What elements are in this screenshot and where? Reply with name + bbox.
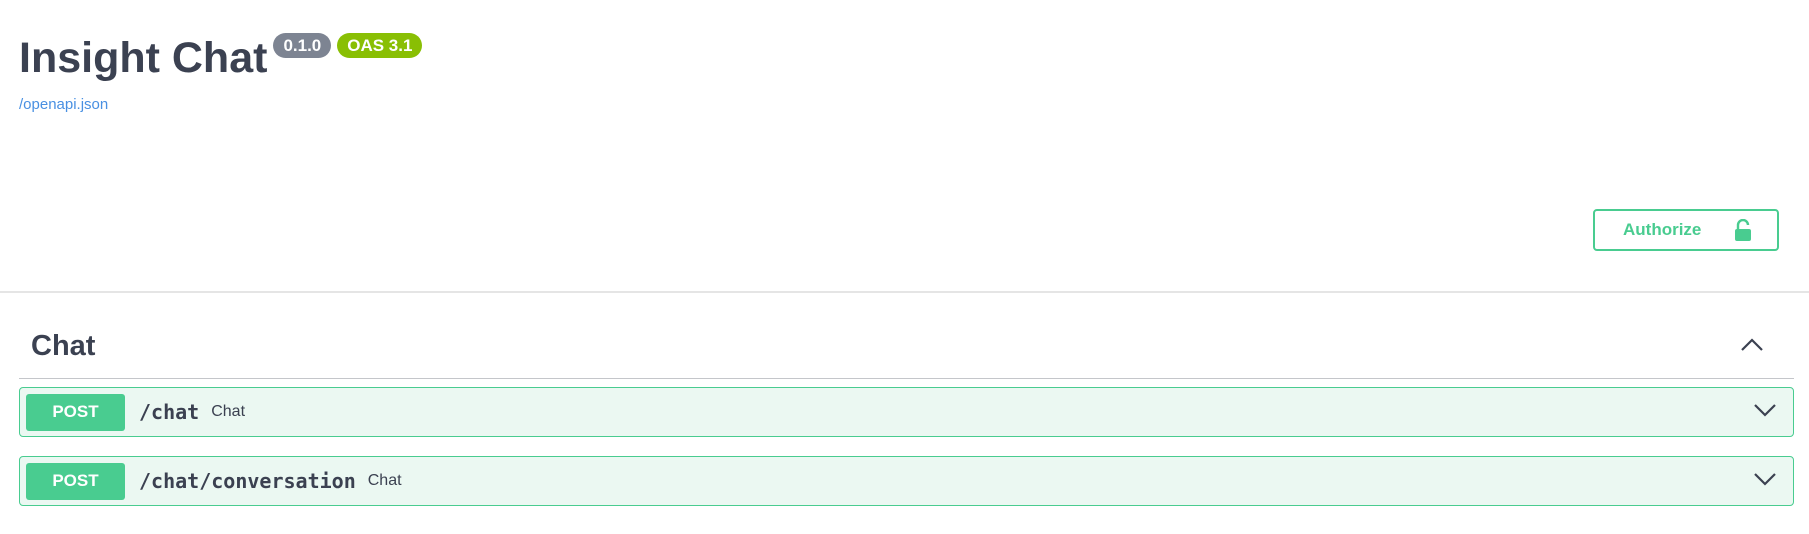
tag-section-chat: Chat POST /chat Chat POST /chat/conversa…	[19, 322, 1794, 506]
openapi-spec-link[interactable]: /openapi.json	[19, 96, 108, 113]
title-row: Insight Chat 0.1.0 OAS 3.1	[19, 30, 428, 86]
header-divider	[0, 291, 1809, 293]
method-badge: POST	[26, 393, 125, 431]
operation-post-chat[interactable]: POST /chat Chat	[19, 387, 1794, 437]
authorize-button[interactable]: Authorize	[1593, 209, 1779, 251]
operation-summary: Chat	[367, 472, 402, 489]
section-title: Chat	[31, 329, 96, 362]
chevron-down-icon[interactable]	[1753, 471, 1777, 487]
operation-post-chat-conversation[interactable]: POST /chat/conversation Chat	[19, 456, 1794, 506]
operation-path: /chat/conversation	[139, 469, 356, 493]
page-title: Insight Chat	[19, 34, 268, 82]
chevron-up-icon[interactable]	[1740, 336, 1764, 352]
section-header[interactable]: Chat	[19, 322, 1794, 379]
api-info: Insight Chat 0.1.0 OAS 3.1 /openapi.json	[19, 30, 428, 114]
operation-summary: Chat	[211, 403, 246, 420]
authorize-label: Authorize	[1623, 220, 1702, 239]
operation-path: /chat	[139, 400, 200, 424]
method-badge: POST	[26, 462, 125, 500]
version-badge: 0.1.0	[273, 33, 332, 58]
unlocked-padlock-icon	[1733, 219, 1753, 241]
chevron-down-icon[interactable]	[1753, 402, 1777, 418]
badges: 0.1.0 OAS 3.1	[273, 33, 428, 58]
oas-version-badge: OAS 3.1	[337, 33, 423, 58]
